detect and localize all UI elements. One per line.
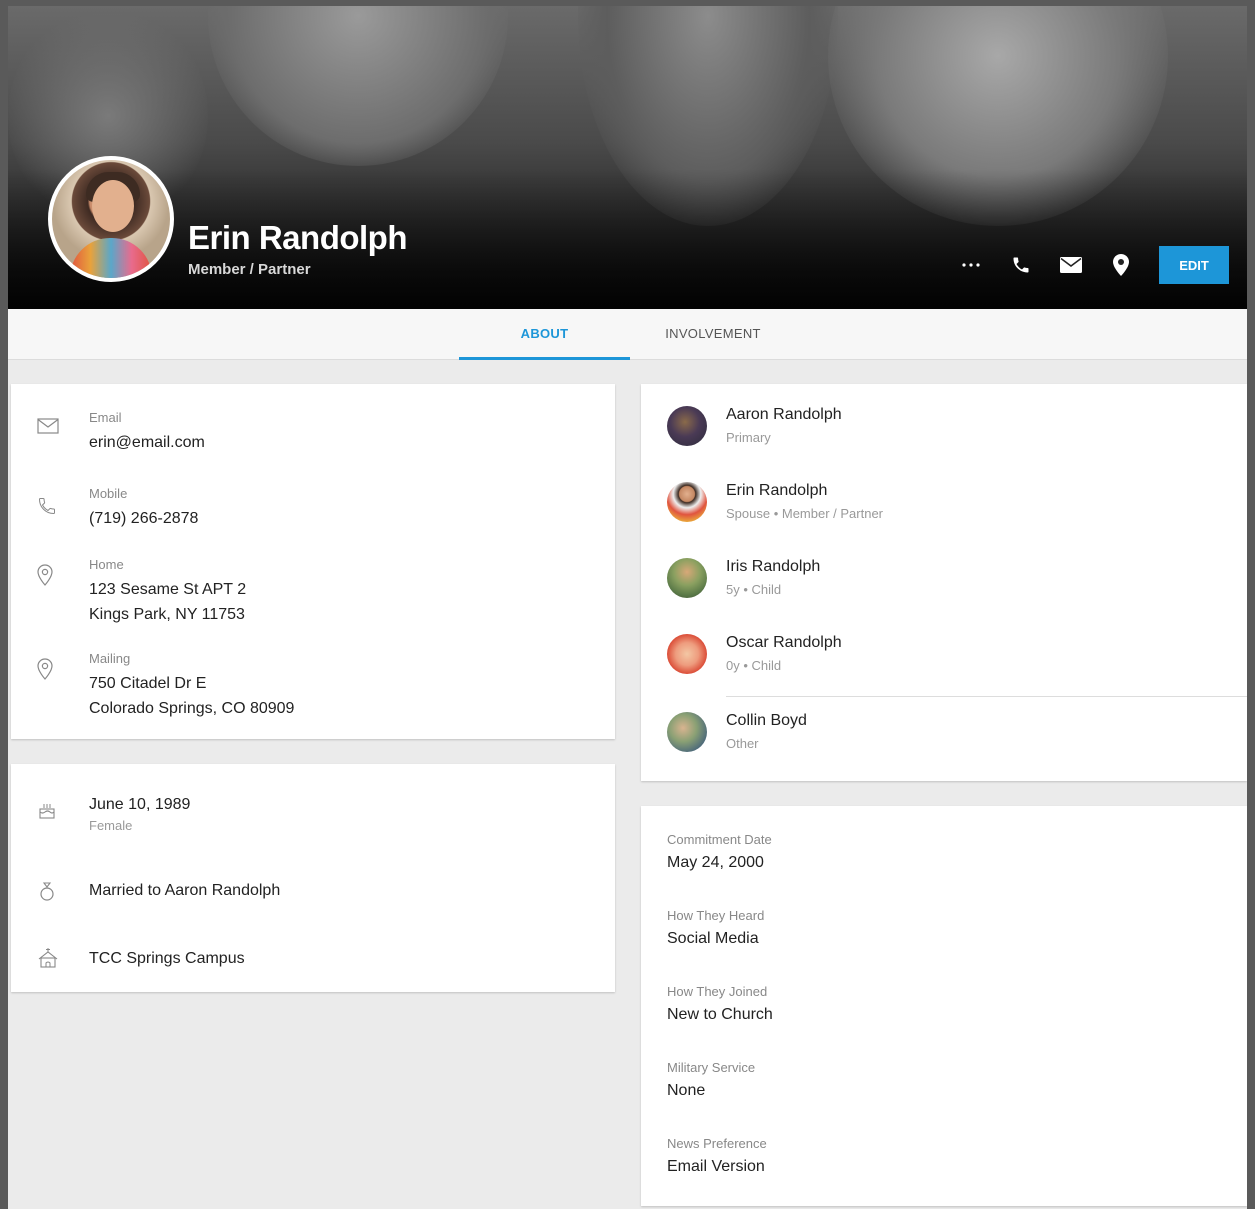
household-member[interactable]: Erin Randolph Spouse • Member / Partner (641, 466, 1247, 542)
more-horizontal-icon[interactable] (959, 253, 983, 277)
gender-value: Female (89, 818, 133, 833)
field-label: Commitment Date (667, 832, 772, 847)
edit-button[interactable]: EDIT (1159, 246, 1229, 284)
household-member[interactable]: Aaron Randolph Primary (641, 390, 1247, 466)
avatar (667, 482, 707, 522)
header-actions: EDIT (959, 246, 1229, 284)
field-value: Social Media (667, 930, 759, 947)
mailing-address-line2[interactable]: Colorado Springs, CO 80909 (89, 696, 294, 721)
tab-involvement[interactable]: INVOLVEMENT (648, 309, 778, 360)
field-label: Military Service (667, 1060, 756, 1075)
envelope-icon (37, 418, 61, 442)
field-value: New to Church (667, 1006, 773, 1023)
cake-icon (37, 800, 57, 825)
app-window: Erin Randolph Member / Partner EDIT ABOU… (0, 0, 1255, 1209)
member-role: 5y • Child (726, 582, 782, 597)
member-name: Oscar Randolph (726, 634, 842, 651)
map-pin-icon (37, 564, 61, 588)
contact-card: Email erin@email.com Mobile (719) 266-28… (11, 384, 615, 739)
member-name: Collin Boyd (726, 712, 807, 729)
field-label: News Preference (667, 1136, 767, 1151)
marital-status: Married to Aaron Randolph (89, 882, 281, 899)
birthdate-value: June 10, 1989 (89, 796, 191, 813)
church-icon (37, 948, 59, 973)
member-role: Primary (726, 430, 771, 445)
mobile-value[interactable]: (719) 266-2878 (89, 506, 198, 531)
member-name: Iris Randolph (726, 558, 821, 575)
custom-fields-card: Commitment Date May 24, 2000 How They He… (641, 806, 1247, 1206)
map-pin-icon (37, 658, 61, 682)
envelope-icon[interactable] (1059, 253, 1083, 277)
tab-about[interactable]: ABOUT (459, 309, 630, 360)
personal-info-card: June 10, 1989 Female Married to Aaron Ra… (11, 764, 615, 992)
campus-value: TCC Springs Campus (89, 950, 245, 967)
home-address-line2[interactable]: Kings Park, NY 11753 (89, 602, 245, 627)
avatar (667, 712, 707, 752)
avatar (667, 406, 707, 446)
profile-avatar[interactable] (48, 156, 174, 282)
ring-icon (37, 880, 57, 907)
field-value: None (667, 1082, 706, 1099)
field-value: May 24, 2000 (667, 854, 764, 871)
map-pin-icon[interactable] (1109, 253, 1133, 277)
member-name: Aaron Randolph (726, 406, 842, 423)
member-role: 0y • Child (726, 658, 782, 673)
field-label: How They Joined (667, 984, 768, 999)
household-member[interactable]: Oscar Randolph 0y • Child (641, 618, 1247, 694)
profile-name: Erin Randolph (188, 219, 408, 256)
mobile-label: Mobile (89, 486, 128, 501)
home-label: Home (89, 557, 124, 572)
household-card: Aaron Randolph Primary Erin Randolph Spo… (641, 384, 1247, 781)
phone-icon (37, 496, 61, 520)
email-value[interactable]: erin@email.com (89, 430, 205, 455)
member-role: Spouse • Member / Partner (726, 506, 884, 521)
household-member[interactable]: Collin Boyd Other (641, 696, 1247, 772)
field-label: How They Heard (667, 908, 765, 923)
tab-bar: ABOUT INVOLVEMENT (8, 309, 1247, 360)
member-name: Erin Randolph (726, 482, 828, 499)
field-value: Email Version (667, 1158, 765, 1175)
email-label: Email (89, 410, 122, 425)
avatar (667, 634, 707, 674)
profile-header: Erin Randolph Member / Partner EDIT (8, 6, 1247, 309)
mailing-label: Mailing (89, 651, 131, 666)
profile-role: Member / Partner (188, 261, 311, 278)
household-member[interactable]: Iris Randolph 5y • Child (641, 542, 1247, 618)
mailing-address-line1[interactable]: 750 Citadel Dr E (89, 671, 206, 696)
avatar (667, 558, 707, 598)
member-role: Other (726, 736, 759, 751)
phone-icon[interactable] (1009, 253, 1033, 277)
home-address-line1[interactable]: 123 Sesame St APT 2 (89, 577, 246, 602)
